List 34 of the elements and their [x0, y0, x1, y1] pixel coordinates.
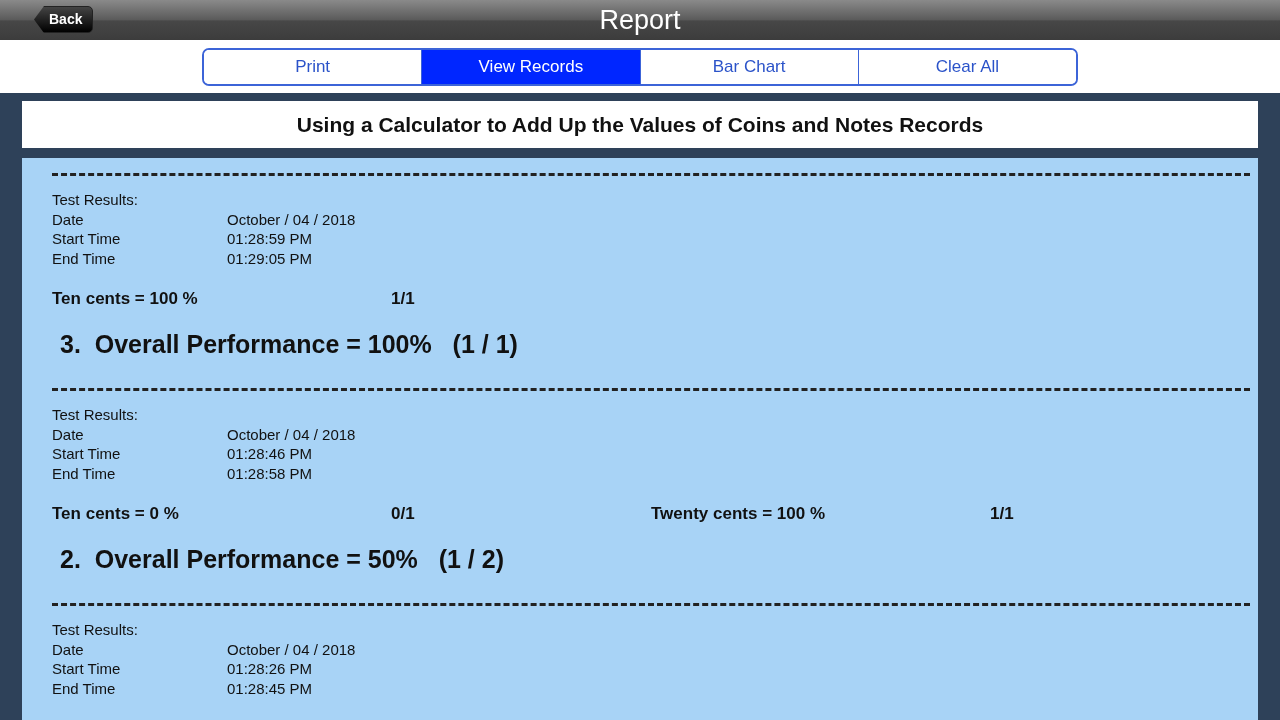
field-label: Start Time [52, 229, 122, 249]
results-label: Test Results: [52, 620, 139, 640]
score-fraction: 1/1 [990, 503, 1014, 525]
score-label: Ten cents = 100 % [52, 288, 199, 310]
field-label: Date [52, 424, 85, 444]
field-value: 01:28:45 PM [227, 678, 313, 698]
field-value: October / 04 / 2018 [227, 639, 356, 659]
field-label: End Time [52, 248, 117, 268]
field-label: Date [52, 209, 85, 229]
report-heading: Using a Calculator to Add Up the Values of Coins and Notes Records [296, 111, 984, 138]
back-button[interactable]: Back [34, 6, 94, 33]
window-title: Report [599, 3, 681, 37]
field-label: Start Time [52, 444, 122, 464]
field-value: 01:29:05 PM [227, 248, 313, 268]
field-value: October / 04 / 2018 [227, 209, 356, 229]
overall-performance: 3. Overall Performance = 100% (1 / 1) [60, 328, 519, 360]
score-label: Twenty cents = 100 % [651, 503, 826, 525]
results-label: Test Results: [52, 405, 139, 425]
field-label: Date [52, 639, 85, 659]
overall-performance: 2. Overall Performance = 50% (1 / 2) [60, 543, 505, 575]
field-value: 01:28:59 PM [227, 229, 313, 249]
tab[interactable]: View Records [421, 49, 640, 84]
results-label: Test Results: [52, 190, 139, 210]
field-value: 01:28:58 PM [227, 463, 313, 483]
field-label: End Time [52, 678, 117, 698]
score-fraction: 0/1 [391, 503, 415, 525]
score-label: Ten cents = 0 % [52, 503, 180, 525]
field-value: October / 04 / 2018 [227, 424, 356, 444]
field-value: 01:28:26 PM [227, 659, 313, 679]
field-value: 01:28:46 PM [227, 444, 313, 464]
score-fraction: 1/1 [391, 288, 415, 310]
field-label: Start Time [52, 659, 122, 679]
field-label: End Time [52, 463, 117, 483]
tab[interactable]: Clear All [857, 49, 1076, 84]
